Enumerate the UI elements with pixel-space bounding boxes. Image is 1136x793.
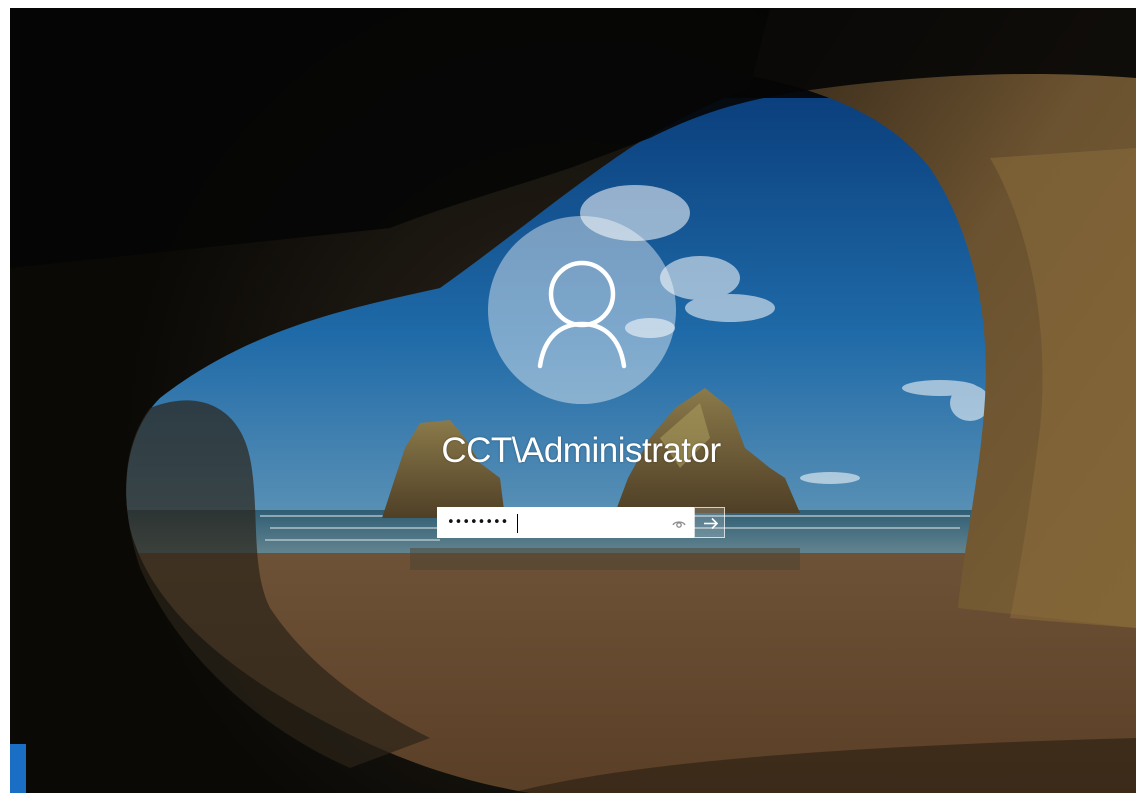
submit-button[interactable] — [694, 507, 725, 538]
lock-screen: CCT\Administrator •••••••• — [10, 8, 1136, 793]
text-caret — [517, 514, 518, 533]
password-value: •••••••• — [447, 515, 509, 530]
account-name: CCT\Administrator — [441, 431, 721, 470]
user-avatar — [488, 216, 676, 404]
password-input[interactable]: •••••••• — [437, 507, 694, 538]
password-row: •••••••• — [437, 507, 726, 538]
eye-icon[interactable] — [670, 514, 688, 532]
arrow-right-icon — [704, 517, 719, 530]
user-silhouette-icon — [537, 260, 627, 369]
accent-edge-tile — [10, 744, 26, 793]
